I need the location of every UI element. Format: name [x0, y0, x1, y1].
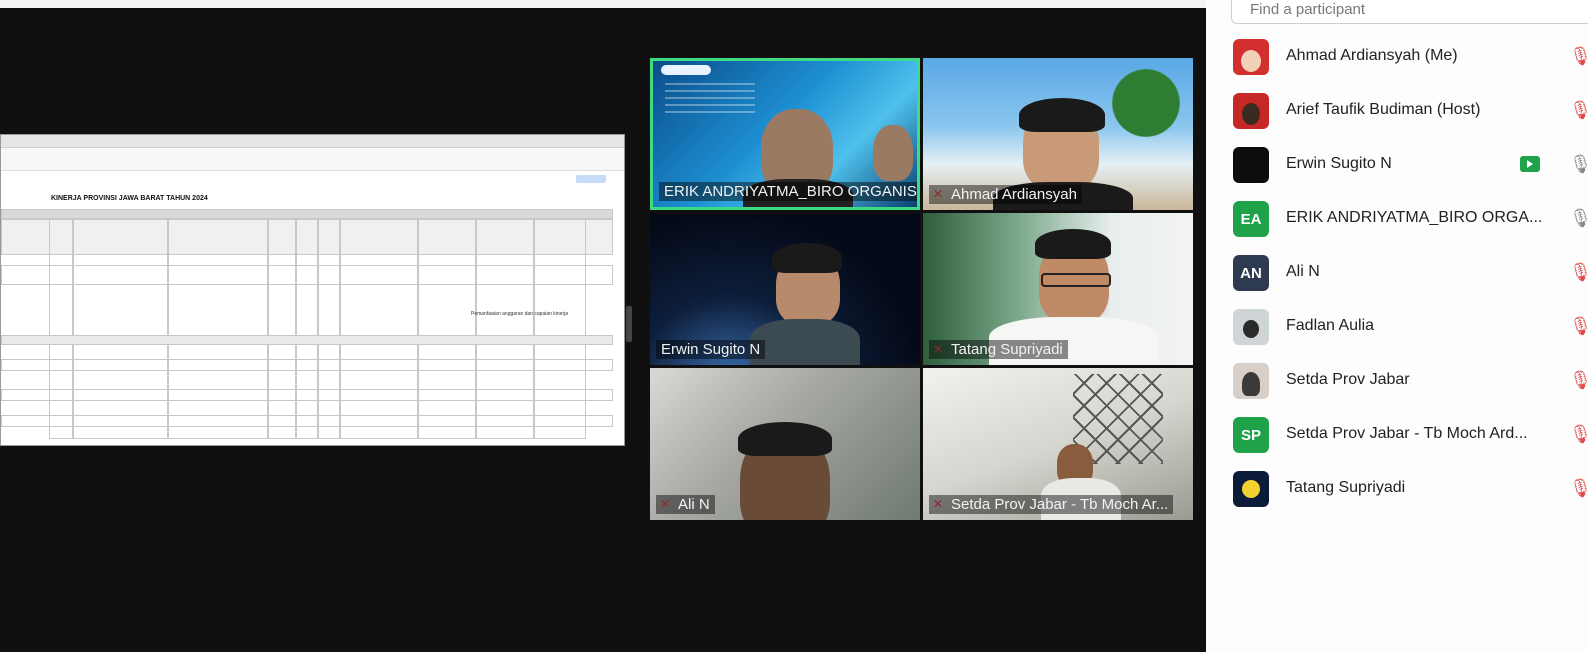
- video-tile[interactable]: ✕ Setda Prov Jabar - Tb Moch Ar...: [923, 368, 1193, 520]
- participants-panel: Find a participant Ahmad Ardiansyah (Me)…: [1206, 0, 1588, 652]
- avatar: AN: [1233, 255, 1269, 291]
- participant-name: Tatang Supriyadi: [1286, 479, 1406, 496]
- participant-hair: [1019, 98, 1105, 132]
- tile-name-label: ERIK ANDRIYATMA_BIRO ORGANIS: [659, 182, 917, 201]
- avatar: [1233, 39, 1269, 75]
- participant-hair: [1035, 229, 1111, 259]
- avatar: [1233, 147, 1269, 183]
- participant-row[interactable]: Ahmad Ardiansyah (Me) 🎙: [1206, 30, 1588, 84]
- mic-muted-icon[interactable]: 🎙: [1569, 262, 1588, 283]
- video-tile[interactable]: ✕ Ali N: [650, 368, 920, 520]
- participant-search-input[interactable]: Find a participant: [1231, 0, 1588, 24]
- participant-row[interactable]: Arief Taufik Budiman (Host) 🎙: [1206, 84, 1588, 138]
- participant-name: Ahmad Ardiansyah (Me): [1286, 47, 1458, 64]
- share-button[interactable]: [576, 175, 606, 183]
- participant-name: Setda Prov Jabar - Tb Moch Ard...: [1286, 425, 1528, 442]
- split-handle[interactable]: [626, 306, 632, 342]
- participant-name: ERIK ANDRIYATMA_BIRO ORGA...: [1286, 209, 1543, 226]
- participant-name: Fadlan Aulia: [1286, 317, 1375, 334]
- mic-muted-icon[interactable]: 🎙: [1569, 370, 1588, 391]
- shared-screen[interactable]: KINERJA PROVINSI JAWA BARAT TAHUN 2024 P…: [0, 134, 625, 446]
- meeting-stage: KINERJA PROVINSI JAWA BARAT TAHUN 2024 P…: [0, 8, 1222, 652]
- tile-name-label: Ahmad Ardiansyah: [929, 185, 1082, 204]
- mic-muted-icon[interactable]: 🎙: [1569, 100, 1588, 121]
- participant-row[interactable]: SP Setda Prov Jabar - Tb Moch Ard... 🎙: [1206, 408, 1588, 462]
- participant-body: [750, 319, 860, 365]
- presentation-logo: [661, 65, 711, 75]
- avatar: EA: [1233, 201, 1269, 237]
- mic-icon[interactable]: 🎙: [1569, 208, 1588, 229]
- participant-row[interactable]: AN Ali N 🎙: [1206, 246, 1588, 300]
- spreadsheet-toolbar: [1, 148, 624, 183]
- participant-hair: [772, 243, 842, 273]
- mic-muted-icon[interactable]: 🎙: [1569, 424, 1588, 445]
- participant-name: Setda Prov Jabar: [1286, 371, 1410, 388]
- participant-name: Erwin Sugito N: [1286, 155, 1392, 172]
- search-placeholder: Find a participant: [1250, 1, 1366, 18]
- avatar: [1233, 363, 1269, 399]
- spreadsheet-table: [1, 209, 613, 439]
- video-tile[interactable]: ERIK ANDRIYATMA_BIRO ORGANIS: [650, 58, 920, 210]
- mic-muted-icon[interactable]: 🎙: [1569, 316, 1588, 337]
- avatar: [1233, 471, 1269, 507]
- video-tile[interactable]: Erwin Sugito N: [650, 213, 920, 365]
- tile-name-label: Ali N: [656, 495, 715, 514]
- tile-name-label: Tatang Supriyadi: [929, 340, 1068, 359]
- participant-row[interactable]: Setda Prov Jabar 🎙: [1206, 354, 1588, 408]
- glasses: [1041, 273, 1111, 287]
- participant-row[interactable]: EA ERIK ANDRIYATMA_BIRO ORGA... 🎙: [1206, 192, 1588, 246]
- video-tile[interactable]: ✕ Ahmad Ardiansyah: [923, 58, 1193, 210]
- participant-name: Arief Taufik Budiman (Host): [1286, 101, 1481, 118]
- avatar: [1233, 93, 1269, 129]
- sheet-title: KINERJA PROVINSI JAWA BARAT TAHUN 2024: [51, 195, 208, 202]
- participant-name: Ali N: [1286, 263, 1320, 280]
- palm-tree-background: [1111, 58, 1181, 208]
- tile-name-label: Setda Prov Jabar - Tb Moch Ar...: [929, 495, 1174, 514]
- sheet-note: Pemanfaatan anggaran dan capaian kinerja: [471, 311, 569, 317]
- avatar: [1233, 309, 1269, 345]
- participant-row[interactable]: Erwin Sugito N 🎙: [1206, 138, 1588, 192]
- presentation-text: [665, 83, 755, 117]
- tile-name-label: Erwin Sugito N: [656, 340, 766, 359]
- participant-row[interactable]: Fadlan Aulia 🎙: [1206, 300, 1588, 354]
- avatar: SP: [1233, 417, 1269, 453]
- participant-hair: [738, 422, 832, 456]
- browser-tab-bar: [1, 135, 624, 148]
- participant-row[interactable]: Tatang Supriyadi 🎙: [1206, 462, 1588, 516]
- mic-muted-icon[interactable]: 🎙: [1569, 46, 1588, 67]
- mic-muted-icon[interactable]: 🎙: [1569, 478, 1588, 499]
- mic-icon[interactable]: 🎙: [1569, 154, 1588, 175]
- video-tile[interactable]: ✕ Tatang Supriyadi: [923, 213, 1193, 365]
- video-on-icon[interactable]: [1520, 156, 1540, 172]
- participant-hand: [873, 125, 913, 181]
